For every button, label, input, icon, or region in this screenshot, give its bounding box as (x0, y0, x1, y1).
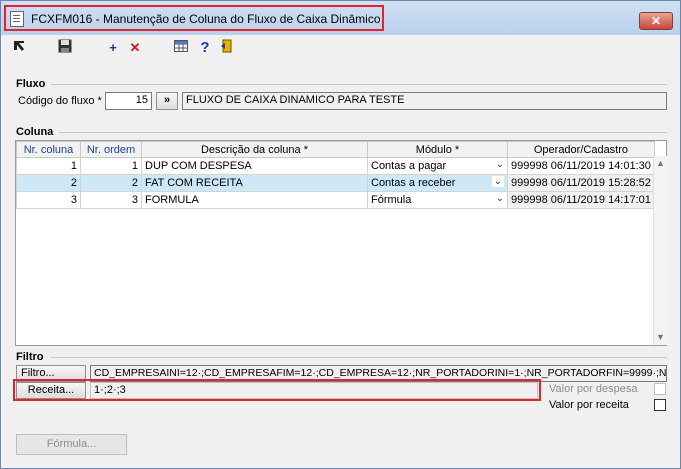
header-descricao[interactable]: Descrição da coluna * (141, 141, 368, 158)
exit-icon[interactable] (217, 39, 237, 57)
valor-receita-checkbox[interactable] (654, 399, 666, 411)
cell-descricao[interactable]: FORMULA (141, 191, 368, 209)
formula-button[interactable]: Fórmula... (16, 434, 127, 455)
cell-modulo-select[interactable]: Contas a pagar ⌄ (367, 157, 508, 175)
lookup-button[interactable]: » (156, 92, 178, 110)
operador-value: 999998 (511, 160, 548, 172)
valor-receita-label: Valor por receita (549, 399, 629, 411)
modulo-value: Contas a receber (371, 177, 456, 189)
cell-operador-cadastro: 999998 06/11/2019 14:17:01 (507, 191, 655, 209)
codigo-fluxo-input[interactable]: 15 (105, 92, 152, 110)
scroll-up-icon[interactable]: ▲ (656, 158, 665, 168)
receita-highlight-box (13, 379, 541, 401)
modulo-value: Contas a pagar (371, 160, 447, 172)
cell-nr-coluna[interactable]: 1 (16, 157, 81, 175)
chevron-down-icon[interactable]: ⌄ (491, 176, 504, 187)
table-row[interactable]: 3 3 FORMULA Fórmula ⌄ 999998 06/11/2019 1… (16, 191, 655, 209)
add-icon[interactable]: + (103, 39, 123, 57)
table-row[interactable]: 1 1 DUP COM DESPESA Contas a pagar ⌄ 9999… (16, 157, 655, 175)
coluna-section-title: Coluna (16, 126, 54, 138)
cursor-icon[interactable] (9, 39, 29, 57)
filtro-divider (51, 357, 667, 358)
operador-value: 999998 (511, 177, 548, 189)
fluxo-descricao-field: FLUXO DE CAIXA DINAMICO PARA TESTE (182, 92, 667, 110)
cell-descricao[interactable]: FAT COM RECEITA (141, 174, 368, 192)
grid-vertical-scrollbar[interactable]: ▲ ▼ (653, 156, 667, 345)
codigo-fluxo-label: Código do fluxo * (18, 95, 102, 107)
cell-nr-ordem[interactable]: 2 (80, 174, 142, 192)
help-icon[interactable]: ? (195, 39, 215, 57)
valor-despesa-label: Valor por despesa (549, 383, 638, 395)
header-nr-ordem[interactable]: Nr. ordem (80, 141, 142, 158)
cadastro-value: 06/11/2019 15:28:52 (550, 177, 651, 189)
operador-value: 999998 (511, 194, 548, 206)
coluna-grid: Nr. coluna Nr. ordem Descrição da coluna… (15, 140, 667, 346)
cell-nr-ordem[interactable]: 3 (80, 191, 142, 209)
header-nr-coluna[interactable]: Nr. coluna (16, 141, 81, 158)
coluna-divider (59, 132, 667, 133)
cadastro-value: 06/11/2019 14:17:01 (550, 194, 651, 206)
cell-modulo-select[interactable]: Contas a receber ⌄ (367, 174, 508, 192)
cell-nr-coluna[interactable]: 3 (16, 191, 81, 209)
chevron-down-icon[interactable]: ⌄ (496, 159, 504, 170)
cell-operador-cadastro: 999998 06/11/2019 14:01:30 (507, 157, 655, 175)
scroll-down-icon[interactable]: ▼ (656, 332, 665, 342)
valor-despesa-checkbox[interactable] (654, 383, 666, 395)
main-window: FCXFM016 - Manutenção de Coluna do Fluxo… (0, 0, 681, 469)
title-bar: FCXFM016 - Manutenção de Coluna do Fluxo… (1, 1, 680, 35)
cell-descricao[interactable]: DUP COM DESPESA (141, 157, 368, 175)
cell-operador-cadastro: 999998 06/11/2019 15:28:52 (507, 174, 655, 192)
grid-icon[interactable] (171, 39, 191, 57)
toolbar: + ✕ ? (7, 39, 667, 59)
fluxo-divider (51, 84, 667, 85)
filtro-section-title: Filtro (16, 351, 44, 363)
cell-modulo-select[interactable]: Fórmula ⌄ (367, 191, 508, 209)
cell-nr-ordem[interactable]: 1 (80, 157, 142, 175)
header-modulo[interactable]: Módulo * (367, 141, 508, 158)
close-button[interactable]: ✕ (639, 12, 673, 30)
coluna-table: Nr. coluna Nr. ordem Descrição da coluna… (16, 141, 655, 209)
save-icon[interactable] (55, 39, 75, 57)
title-highlight-box (4, 5, 384, 31)
table-row-selected[interactable]: 2 2 FAT COM RECEITA Contas a receber ⌄ 99… (16, 174, 655, 192)
modulo-value: Fórmula (371, 194, 412, 206)
delete-icon[interactable]: ✕ (125, 39, 145, 57)
chevron-down-icon[interactable]: ⌄ (496, 193, 504, 204)
cell-nr-coluna[interactable]: 2 (16, 174, 81, 192)
header-operador-cadastro[interactable]: Operador/Cadastro (507, 141, 655, 158)
fluxo-section-title: Fluxo (16, 78, 46, 90)
table-header-row: Nr. coluna Nr. ordem Descrição da coluna… (16, 141, 655, 158)
cadastro-value: 06/11/2019 14:01:30 (550, 160, 651, 172)
